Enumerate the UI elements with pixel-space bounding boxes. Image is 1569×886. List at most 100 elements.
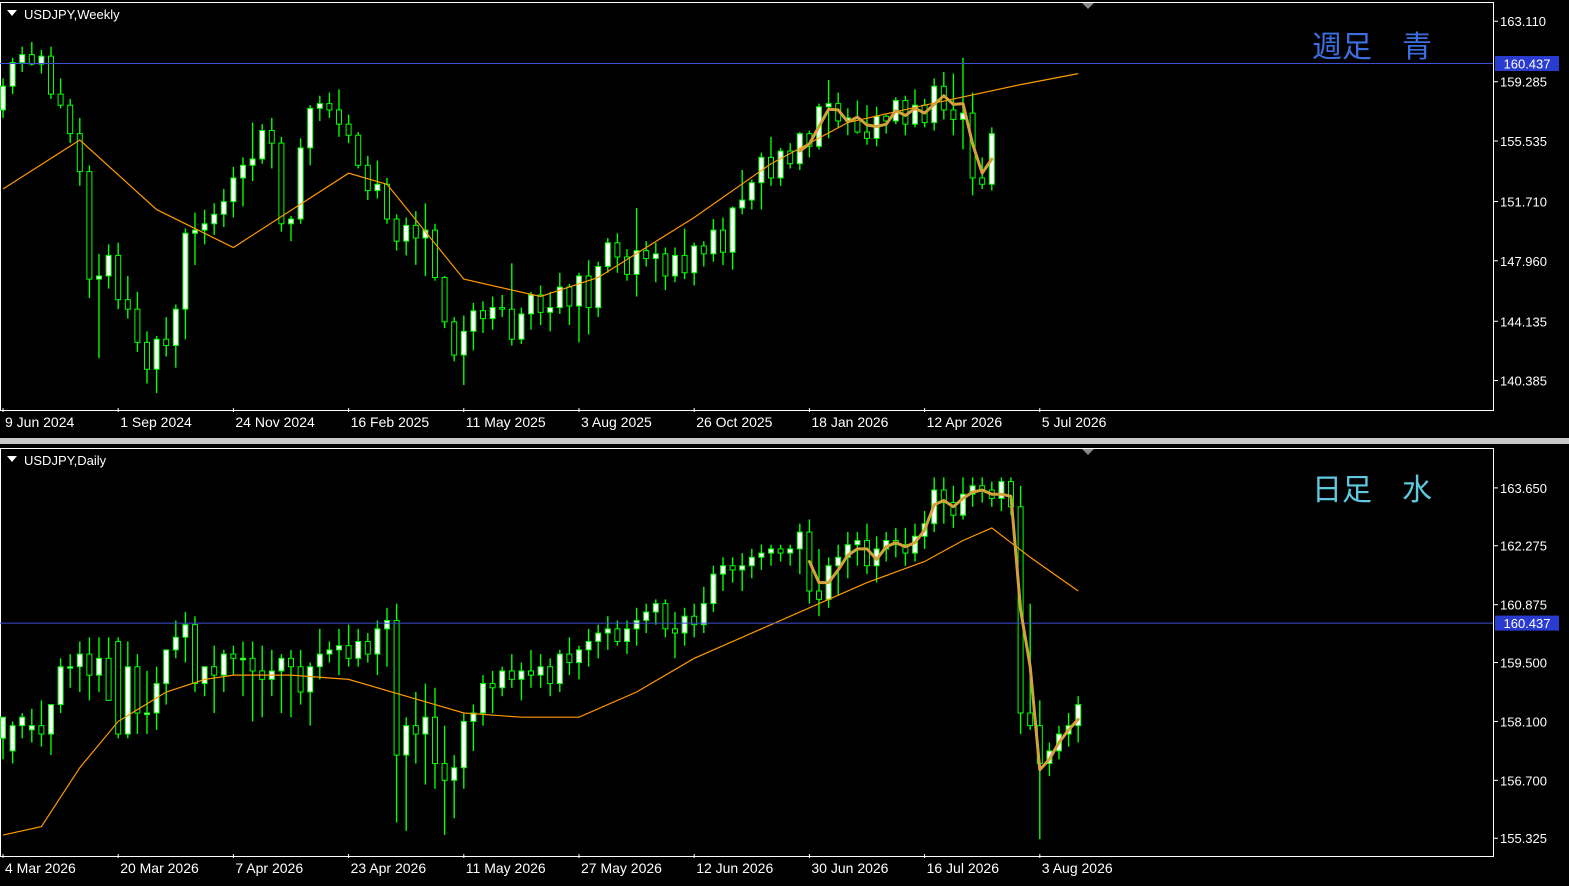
x-tick-label: 3 Aug 2025 [581,414,652,430]
candle-body-bull [537,666,544,676]
x-tick-label: 18 Jan 2026 [811,414,888,430]
x-tick-label: 11 May 2026 [466,860,546,876]
candle-body-bull [96,657,102,676]
candle-body-bull [384,619,390,630]
candle-body-bull [144,712,150,716]
candle-body-bull [9,725,16,752]
candle-body-bear [566,653,573,664]
candle-body-bull [124,666,131,735]
candle-body-bull [96,275,102,280]
candle-body-bull [480,683,486,714]
x-tick-label: 27 May 2026 [581,860,662,876]
candle-body-bull [652,253,659,260]
daily-hline-price-label: 160.437 [1495,615,1559,631]
y-tick-label: 159.285 [1500,75,1547,90]
candle-body-bull [211,213,218,225]
candle-body-bull [460,720,467,769]
candle-body-bull [681,615,688,634]
candle-body-bear [816,590,822,600]
candle-body-bull [604,628,611,634]
x-tick-label: 23 Apr 2026 [351,860,427,876]
candle-body-bull [787,548,794,554]
candle-body-bull [336,645,342,651]
x-tick-label: 12 Jun 2026 [696,860,773,876]
candle-body-bear [124,299,131,310]
candle-body-bear [86,171,93,280]
candle-body-bull [768,548,774,554]
candle-body-bear [412,725,419,735]
candle-body-bull [528,294,534,315]
candle-body-bull [38,55,45,65]
x-tick-label: 11 May 2025 [466,414,546,430]
candle-body-bear [86,653,93,676]
daily-chart-title: USDJPY,Daily [24,453,107,468]
candle-body-bull [230,177,237,203]
candle-body-bull [604,242,611,267]
candle-body-bear [499,307,506,310]
x-tick-label: 24 Nov 2024 [235,414,315,430]
candle-body-bear [393,218,400,242]
candle-body-bear [105,657,112,701]
candle-body-bull [374,183,381,192]
candle-body-bear [950,109,957,120]
y-tick-label: 163.650 [1500,481,1547,496]
candle-body-bear [345,645,352,659]
candle-body-bull [297,147,304,220]
candle-body-bull [19,716,26,727]
y-tick-label: 160.875 [1500,598,1547,613]
chart-canvas: USDJPY,Weekly 週足 青 163.110 159.285 155.535… [0,0,1569,886]
candle-body-bear [902,99,909,125]
y-tick-label: 147.960 [1500,254,1547,269]
candle-body-bull [556,653,563,685]
candle-body-bull [748,556,755,567]
y-tick-label: 156.700 [1500,773,1547,788]
candle-body-bull [489,307,496,320]
candle-body-bull [307,666,314,693]
candle-body-bear [288,657,294,668]
candle-body-bear [441,763,448,781]
candle-body-bear [432,716,438,765]
candle-body-bull [652,603,659,613]
candle-body-bull [0,716,6,739]
candle-body-bear [528,670,534,676]
candle-body-bear [777,548,784,554]
candle-body-bull [201,223,208,231]
candle-body-bull [240,657,246,661]
panel-separator[interactable] [0,438,1569,444]
candle-body-bear [537,294,544,313]
x-tick-label: 4 Mar 2026 [5,860,76,876]
candle-body-bear [432,229,438,279]
y-tick-label: 155.325 [1500,831,1547,846]
candle-body-bull [57,666,64,706]
candle-body-bear [134,666,141,714]
candle-body-bull [163,649,170,685]
candle-body-bear [864,539,870,567]
candle-body-bear [441,277,448,323]
candle-body-bull [28,725,35,731]
candle-body-bear [451,321,458,356]
candle-body-bull [729,207,736,253]
candle-body-bull [547,307,554,313]
candle-body-bear [566,286,573,307]
candle-body-bull [220,653,227,676]
candle-body-bull [691,245,698,274]
candle-body-bull [460,330,467,356]
candle-body-bull [595,265,602,309]
candle-body-bear [326,103,333,111]
candle-body-bull [739,199,746,209]
x-tick-label: 16 Jul 2026 [927,860,1000,876]
candle-body-bull [518,313,525,340]
candle-body-bull [633,619,640,630]
candle-body-bear [412,224,419,239]
x-tick-label: 20 Mar 2026 [120,860,199,876]
candle-body-bear [393,619,400,756]
candle-body-bull [19,54,26,64]
candle-body-bull [192,229,198,234]
x-tick-label: 26 Oct 2025 [696,414,772,430]
candle-body-bull [624,628,630,642]
candle-body-bull [576,649,582,664]
candle-body-bull [249,158,256,166]
candle-body-bull [672,254,678,277]
x-tick-label: 16 Feb 2025 [351,414,430,430]
candle-body-bull [576,275,582,307]
